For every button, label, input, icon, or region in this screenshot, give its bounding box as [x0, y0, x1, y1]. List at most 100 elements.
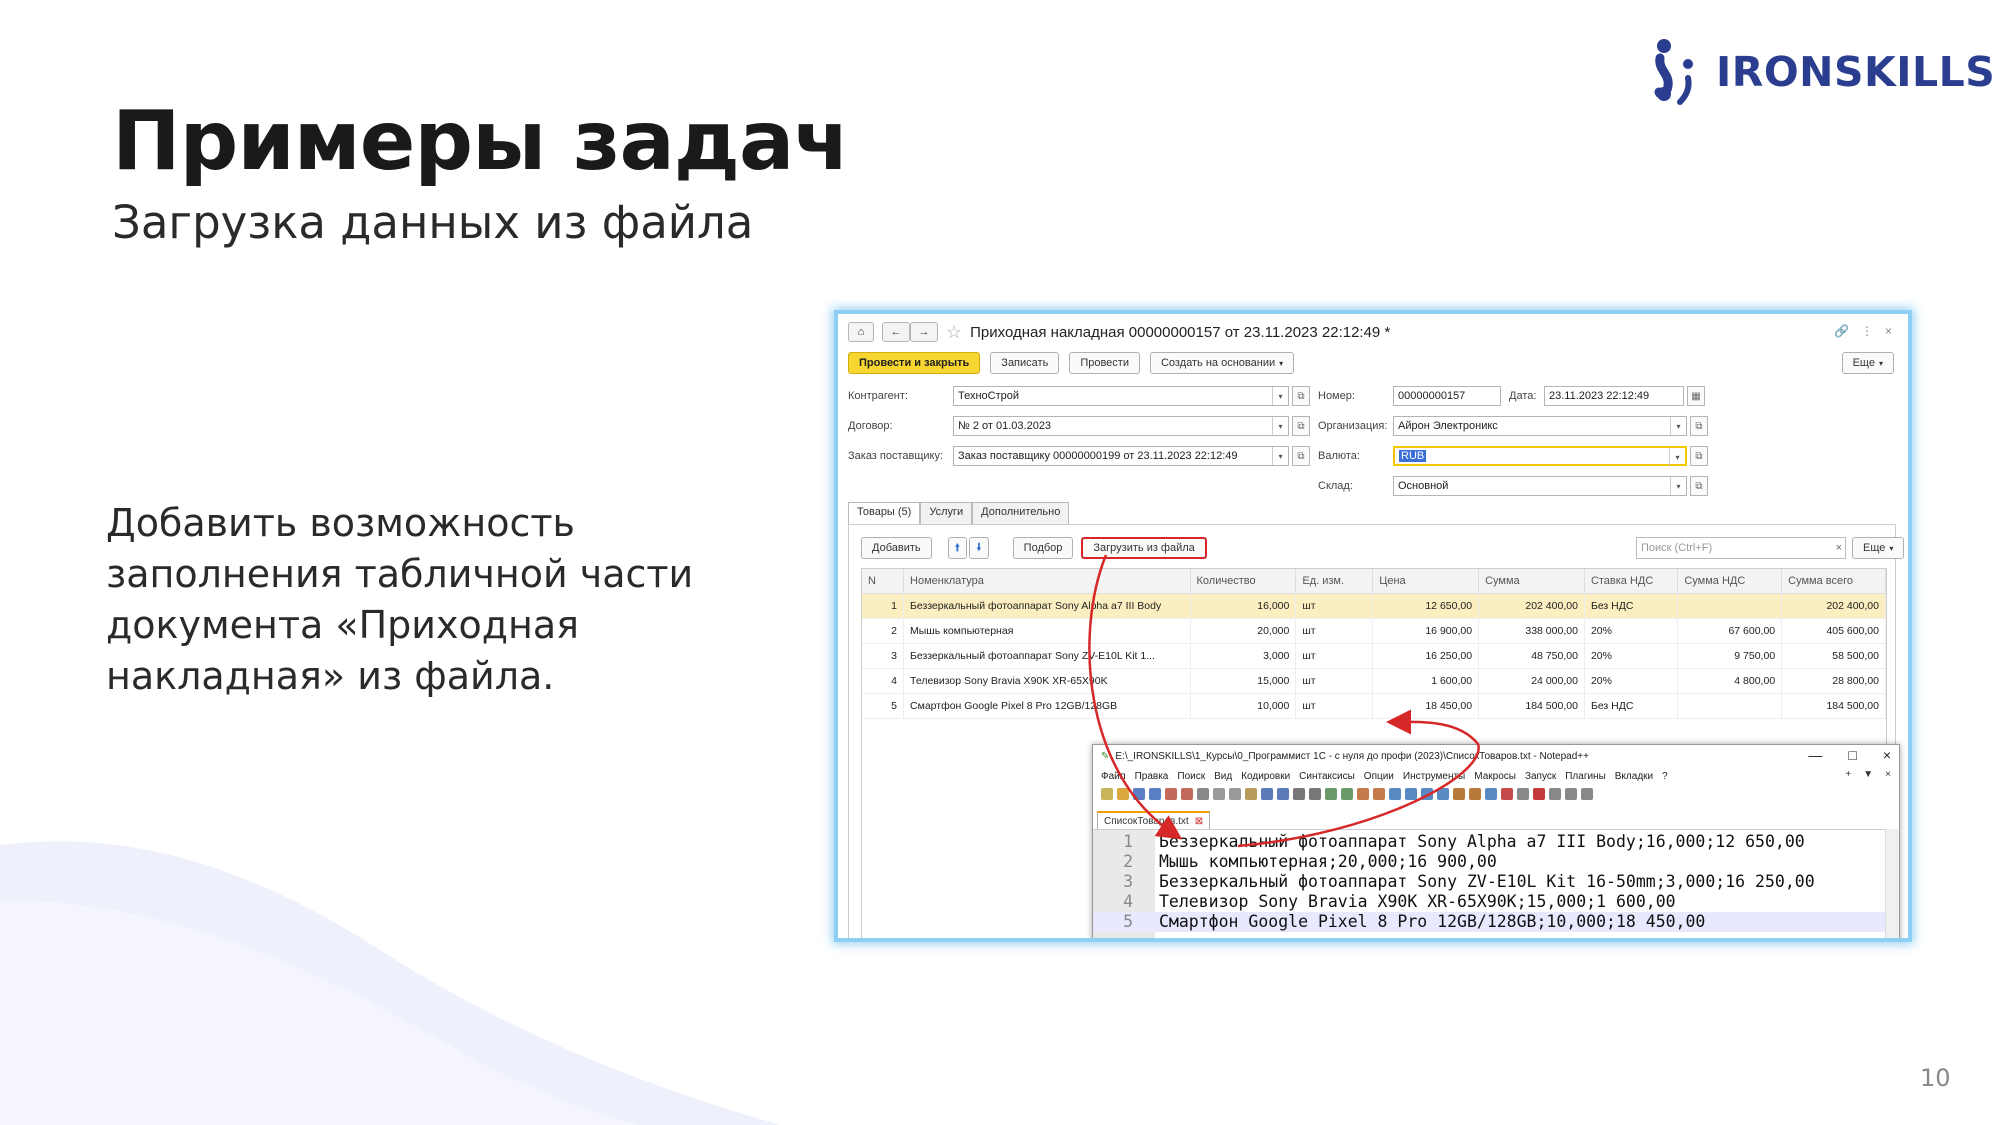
- editor-area[interactable]: 1 Беззеркальный фотоаппарат Sony Alpha a7…: [1093, 829, 1899, 938]
- menu-options[interactable]: Опции: [1364, 771, 1394, 782]
- dropdown-icon[interactable]: ▾: [1670, 417, 1686, 435]
- contract-field[interactable]: № 2 от 01.03.2023 ▾: [953, 416, 1289, 436]
- move-up-icon[interactable]: 🠙: [947, 537, 968, 559]
- tab-close-icon[interactable]: ⊠: [1195, 816, 1203, 827]
- forward-icon[interactable]: →: [910, 322, 938, 342]
- paste-icon[interactable]: [1245, 788, 1257, 800]
- add-row-button[interactable]: Добавить: [861, 537, 932, 559]
- dropdown-icon[interactable]: ▾: [1669, 448, 1685, 466]
- dropdown-icon[interactable]: ▾: [1670, 477, 1686, 495]
- warehouse-field[interactable]: Основной ▾: [1393, 476, 1687, 496]
- run-macro-multiple-icon[interactable]: [1565, 788, 1577, 800]
- table-row[interactable]: 4 Телевизор Sony Bravia X90K XR-65X90K 1…: [862, 668, 1886, 694]
- search-input[interactable]: Поиск (Ctrl+F) ×: [1636, 537, 1846, 559]
- table-row[interactable]: 2 Мышь компьютерная 20,000 шт 16 900,00 …: [862, 618, 1886, 644]
- find-icon[interactable]: [1293, 788, 1305, 800]
- menu-syntax[interactable]: Синтаксисы: [1299, 771, 1355, 782]
- menu-help[interactable]: ?: [1662, 771, 1668, 782]
- col-header-unit[interactable]: Ед. изм.: [1295, 569, 1374, 594]
- table-row[interactable]: 3 Беззеркальный фотоаппарат Sony ZV-E10L…: [862, 643, 1886, 669]
- open-icon[interactable]: ⧉: [1292, 386, 1310, 406]
- print-icon[interactable]: [1197, 788, 1209, 800]
- post-button[interactable]: Провести: [1069, 352, 1140, 374]
- counterparty-field[interactable]: ТехноСтрой ▾: [953, 386, 1289, 406]
- save-macro-icon[interactable]: [1581, 788, 1593, 800]
- play-macro-icon[interactable]: [1549, 788, 1561, 800]
- link-icon[interactable]: 🔗: [1834, 324, 1849, 338]
- clear-icon[interactable]: ×: [1836, 542, 1842, 554]
- save-all-icon[interactable]: [1149, 788, 1161, 800]
- menu-tools[interactable]: Инструменты: [1403, 771, 1465, 782]
- tab-list-icon[interactable]: ▼: [1863, 769, 1873, 780]
- save-icon[interactable]: [1133, 788, 1145, 800]
- new-tab-icon[interactable]: +: [1845, 769, 1851, 780]
- col-header-vat-rate[interactable]: Ставка НДС: [1584, 569, 1679, 594]
- col-header-sum[interactable]: Сумма: [1478, 569, 1585, 594]
- move-down-icon[interactable]: 🠛: [969, 537, 989, 559]
- post-and-close-button[interactable]: Провести и закрыть: [848, 352, 981, 374]
- undo-icon[interactable]: [1261, 788, 1273, 800]
- date-field[interactable]: 23.11.2023 22:12:49: [1544, 386, 1684, 406]
- zoom-in-icon[interactable]: [1325, 788, 1337, 800]
- more-button[interactable]: Еще ▾: [1841, 352, 1894, 374]
- back-icon[interactable]: ←: [882, 322, 910, 342]
- menu-view[interactable]: Вид: [1214, 771, 1232, 782]
- menu-macros[interactable]: Макросы: [1474, 771, 1516, 782]
- maximize-icon[interactable]: □: [1848, 747, 1856, 763]
- open-file-icon[interactable]: [1117, 788, 1129, 800]
- menu-run[interactable]: Запуск: [1525, 771, 1556, 782]
- close-all-icon[interactable]: [1181, 788, 1193, 800]
- indent-guide-icon[interactable]: [1421, 788, 1433, 800]
- copy-icon[interactable]: [1229, 788, 1241, 800]
- table-row[interactable]: 1 Беззеркальный фотоаппарат Sony Alpha a…: [862, 593, 1886, 619]
- vertical-scrollbar[interactable]: [1885, 829, 1899, 938]
- menu-edit[interactable]: Правка: [1135, 771, 1169, 782]
- stop-record-icon[interactable]: [1533, 788, 1545, 800]
- open-icon[interactable]: ⧉: [1690, 446, 1708, 466]
- col-header-price[interactable]: Цена: [1372, 569, 1480, 594]
- menu-encoding[interactable]: Кодировки: [1241, 771, 1290, 782]
- col-header-item[interactable]: Номенклатура: [903, 569, 1191, 594]
- col-header-n[interactable]: N: [862, 569, 905, 594]
- table-more-button[interactable]: Еще ▾: [1852, 537, 1905, 559]
- doc-map-icon[interactable]: [1453, 788, 1465, 800]
- order-field[interactable]: Заказ поставщику 00000000199 от 23.11.20…: [953, 446, 1289, 466]
- folder-workspace-icon[interactable]: [1485, 788, 1497, 800]
- record-macro-icon[interactable]: [1517, 788, 1529, 800]
- dropdown-icon[interactable]: ▾: [1272, 387, 1288, 405]
- cut-icon[interactable]: [1213, 788, 1225, 800]
- tab-goods[interactable]: Товары (5): [848, 502, 921, 524]
- zoom-out-icon[interactable]: [1341, 788, 1353, 800]
- menu-plugins[interactable]: Плагины: [1565, 771, 1606, 782]
- number-field[interactable]: 00000000157: [1393, 386, 1501, 406]
- create-based-on-button[interactable]: Создать на основании ▾: [1149, 352, 1295, 374]
- calendar-icon[interactable]: ▦: [1687, 386, 1705, 406]
- home-icon[interactable]: ⌂: [848, 322, 874, 342]
- sync-h-scroll-icon[interactable]: [1373, 788, 1385, 800]
- close-tab-icon[interactable]: ×: [1885, 769, 1891, 780]
- dropdown-icon[interactable]: ▾: [1272, 447, 1288, 465]
- word-wrap-icon[interactable]: [1389, 788, 1401, 800]
- menu-search[interactable]: Поиск: [1177, 771, 1205, 782]
- dropdown-icon[interactable]: ▾: [1272, 417, 1288, 435]
- save-button[interactable]: Записать: [990, 352, 1060, 374]
- tab-additional[interactable]: Дополнительно: [972, 502, 1070, 524]
- monitoring-icon[interactable]: [1501, 788, 1513, 800]
- new-file-icon[interactable]: [1101, 788, 1113, 800]
- close-file-icon[interactable]: [1165, 788, 1177, 800]
- menu-file[interactable]: Файл: [1101, 771, 1126, 782]
- file-tab[interactable]: СписокТоваров.txt ⊠: [1097, 811, 1211, 829]
- load-from-file-button[interactable]: Загрузить из файла: [1081, 537, 1207, 559]
- open-icon[interactable]: ⧉: [1292, 416, 1310, 436]
- close-icon[interactable]: ×: [1885, 324, 1892, 338]
- menu-dots-icon[interactable]: ⋮: [1861, 324, 1873, 338]
- window-close-icon[interactable]: ×: [1883, 747, 1891, 763]
- col-header-total[interactable]: Сумма всего: [1781, 569, 1886, 594]
- open-icon[interactable]: ⧉: [1690, 416, 1708, 436]
- show-symbols-icon[interactable]: [1405, 788, 1417, 800]
- menu-tabs[interactable]: Вкладки: [1615, 771, 1653, 782]
- col-header-qty[interactable]: Количество: [1190, 569, 1297, 594]
- sync-scroll-icon[interactable]: [1357, 788, 1369, 800]
- organization-field[interactable]: Айрон Электроникс ▾: [1393, 416, 1687, 436]
- currency-field[interactable]: RUB ▾: [1393, 446, 1687, 466]
